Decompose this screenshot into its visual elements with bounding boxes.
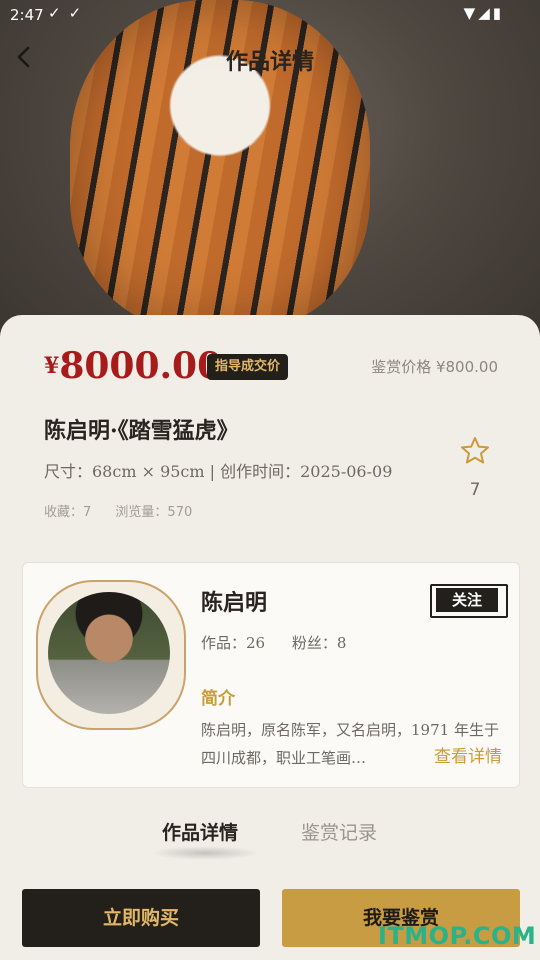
- watermark: ITMOP.COM: [378, 922, 537, 950]
- price-value: 8000.00: [59, 345, 223, 387]
- tab-work-details[interactable]: 作品详情: [162, 818, 238, 845]
- works-count: 作品：26: [201, 634, 266, 652]
- tab-indicator: [150, 846, 260, 860]
- view-details-link[interactable]: 查看详情: [430, 742, 502, 767]
- follow-label: 关注: [436, 588, 498, 612]
- status-bar: 2:47 ✓✓ ▼◢▮: [0, 0, 540, 32]
- currency-symbol: ¥: [44, 353, 60, 379]
- price-badge: 指导成交价: [207, 354, 289, 380]
- collect-count: 收藏：7: [44, 505, 92, 520]
- tab-appraisal-records[interactable]: 鉴赏记录: [301, 818, 377, 845]
- price: ¥8000.00: [44, 345, 222, 387]
- favorite-button[interactable]: 7: [456, 436, 494, 500]
- artist-counts: 作品：26 粉丝：8: [201, 632, 368, 653]
- download-done-icon: ✓✓: [48, 4, 90, 22]
- artist-name: 陈启明: [201, 590, 268, 616]
- page-title: 作品详情: [225, 49, 314, 75]
- artwork-stats: 收藏：7 浏览量：570: [44, 501, 212, 520]
- fans-count: 粉丝：8: [291, 634, 347, 652]
- view-count: 浏览量：570: [115, 505, 193, 520]
- star-icon: [461, 437, 489, 464]
- avatar[interactable]: [48, 592, 170, 714]
- status-time: 2:47: [10, 6, 44, 24]
- favorite-count: 7: [469, 480, 481, 500]
- appraise-price: 鉴赏价格 ¥800.00: [371, 358, 498, 376]
- artwork-title: 陈启明·《踏雪猛虎》: [44, 418, 239, 444]
- intro-heading: 简介: [201, 689, 235, 709]
- status-icons: ▼◢▮: [463, 4, 504, 22]
- buy-now-button[interactable]: 立即购买: [22, 889, 260, 947]
- artwork-meta: 尺寸：68cm × 95cm | 创作时间：2025-06-09: [44, 462, 393, 481]
- follow-button[interactable]: 关注: [430, 584, 508, 618]
